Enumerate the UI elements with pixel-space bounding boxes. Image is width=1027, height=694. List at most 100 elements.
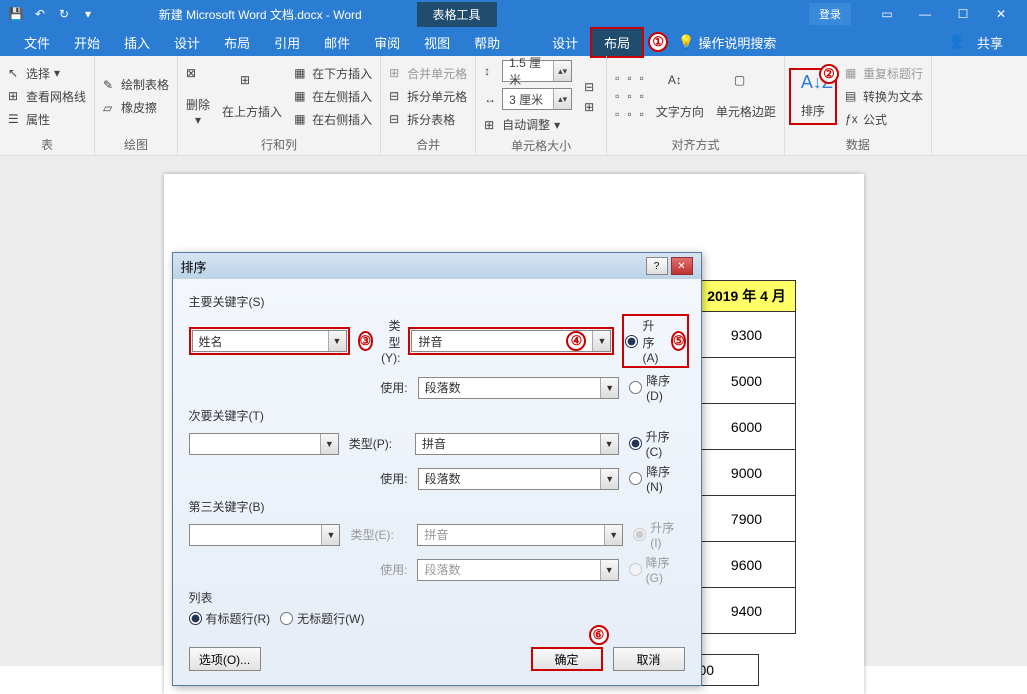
gridlines-button[interactable]: ⊞查看网格线 (4, 86, 90, 107)
secondary-field-combo[interactable]: ▼ (189, 433, 339, 455)
align-mc-button[interactable]: ▫ (623, 87, 635, 105)
distribute-rows-button[interactable]: ⊟ (580, 78, 602, 96)
has-header-radio[interactable]: 有标题行(R) (189, 610, 271, 627)
primary-type-combo[interactable]: 拼音 ④ ▼ (411, 330, 611, 352)
tab-view[interactable]: 视图 (412, 29, 462, 56)
tab-help[interactable]: 帮助 (462, 29, 512, 56)
chevron-down-icon[interactable]: ▼ (592, 331, 610, 351)
tab-design[interactable]: 设计 (162, 29, 212, 56)
radio-input[interactable] (189, 612, 202, 625)
primary-descending-radio[interactable]: 降序(D) (629, 372, 684, 403)
select-button[interactable]: ↖选择▾ (4, 63, 90, 84)
formula-button[interactable]: ƒx公式 (841, 109, 927, 130)
maximize-icon[interactable]: ☐ (947, 7, 979, 21)
secondary-descending-radio[interactable]: 降序(N) (629, 463, 684, 494)
save-icon[interactable]: 💾 (8, 6, 24, 22)
secondary-type-combo[interactable]: 拼音▼ (415, 433, 619, 455)
align-mr-button[interactable]: ▫ (636, 87, 648, 105)
chevron-down-icon[interactable]: ▼ (600, 560, 618, 580)
draw-table-button[interactable]: ✎绘制表格 (99, 74, 173, 95)
tab-reference[interactable]: 引用 (262, 29, 312, 56)
third-use-combo[interactable]: 段落数▼ (417, 559, 618, 581)
align-bc-button[interactable]: ▫ (623, 105, 635, 123)
align-tl-button[interactable]: ▫ (611, 69, 623, 87)
close-icon[interactable]: ✕ (985, 7, 1017, 21)
options-button[interactable]: 选项(O)... (189, 647, 261, 671)
no-header-radio[interactable]: 无标题行(W) (280, 610, 364, 627)
tab-insert[interactable]: 插入 (112, 29, 162, 56)
insert-below-button[interactable]: ▦在下方插入 (290, 63, 376, 84)
tab-file[interactable]: 文件 (12, 29, 62, 56)
align-ml-button[interactable]: ▫ (611, 87, 623, 105)
table-cell[interactable]: 9300 (698, 312, 796, 358)
insert-right-button[interactable]: ▦在右侧插入 (290, 109, 376, 130)
table-cell[interactable]: 5000 (698, 358, 796, 404)
dialog-titlebar[interactable]: 排序 ? ✕ (173, 253, 701, 279)
redo-icon[interactable]: ↻ (56, 6, 72, 22)
tab-home[interactable]: 开始 (62, 29, 112, 56)
spinner-icon[interactable]: ▴▾ (553, 61, 571, 81)
col-width-input[interactable]: ↔3 厘米▴▾ (480, 86, 576, 112)
radio-input[interactable] (625, 335, 638, 348)
secondary-use-combo[interactable]: 段落数▼ (418, 468, 620, 490)
table-header-cell[interactable]: 2019 年 4 月 (698, 280, 796, 312)
primary-ascending-radio[interactable]: 升序(A) (625, 317, 662, 365)
cell-margins-button[interactable]: ▢单元格边距 (712, 71, 780, 122)
table-cell[interactable]: 9600 (698, 542, 796, 588)
primary-field-combo[interactable]: 姓名▼ (192, 330, 347, 352)
ribbon-options-icon[interactable]: ▭ (871, 7, 903, 21)
chevron-down-icon[interactable]: ▼ (328, 331, 346, 351)
insert-above-button[interactable]: ⊞在上方插入 (218, 71, 286, 122)
chevron-down-icon[interactable]: ▼ (321, 525, 339, 545)
chevron-down-icon[interactable]: ▼ (320, 434, 338, 454)
align-tr-button[interactable]: ▫ (636, 69, 648, 87)
radio-input[interactable] (629, 437, 642, 450)
spinner-icon[interactable]: ▴▾ (553, 89, 571, 109)
ok-button[interactable]: 确定 (531, 647, 603, 671)
minimize-icon[interactable]: — (909, 7, 941, 21)
table-cell[interactable]: 9400 (698, 588, 796, 634)
tab-table-design[interactable]: 设计 (540, 29, 590, 56)
properties-button[interactable]: ☰属性 (4, 109, 90, 130)
tab-layout[interactable]: 布局 (212, 29, 262, 56)
delete-button[interactable]: ⊠删除▾ (182, 64, 214, 129)
chevron-down-icon[interactable]: ▼ (600, 378, 618, 398)
tab-mail[interactable]: 邮件 (312, 29, 362, 56)
chevron-down-icon[interactable]: ▼ (600, 434, 618, 454)
repeat-header-button[interactable]: ▦重复标题行 (841, 63, 927, 84)
row-height-input[interactable]: ↕1.5 厘米▴▾ (480, 58, 576, 84)
share-button[interactable]: 共享 (965, 29, 1015, 56)
radio-input[interactable] (629, 381, 642, 394)
primary-use-combo[interactable]: 段落数▼ (418, 377, 620, 399)
cancel-button[interactable]: 取消 (613, 647, 685, 671)
split-table-button[interactable]: ⊟拆分表格 (385, 109, 471, 130)
undo-icon[interactable]: ↶ (32, 6, 48, 22)
third-type-combo[interactable]: 拼音▼ (417, 524, 623, 546)
eraser-button[interactable]: ▱橡皮擦 (99, 97, 173, 118)
table-cell[interactable]: 7900 (698, 496, 796, 542)
chevron-down-icon[interactable]: ▼ (600, 469, 618, 489)
close-button[interactable]: ✕ (671, 257, 693, 275)
split-cells-button[interactable]: ⊟拆分单元格 (385, 86, 471, 107)
tab-review[interactable]: 审阅 (362, 29, 412, 56)
third-field-combo[interactable]: ▼ (189, 524, 341, 546)
qat-dropdown-icon[interactable]: ▾ (80, 6, 96, 22)
table-cell[interactable]: 6000 (698, 404, 796, 450)
help-button[interactable]: ? (646, 257, 668, 275)
table-cell[interactable]: 9000 (698, 450, 796, 496)
align-bl-button[interactable]: ▫ (611, 105, 623, 123)
radio-input[interactable] (629, 472, 642, 485)
tell-me-search[interactable]: 💡 操作说明搜索 (678, 33, 776, 52)
tab-table-layout[interactable]: 布局 (590, 27, 644, 58)
align-br-button[interactable]: ▫ (636, 105, 648, 123)
align-tc-button[interactable]: ▫ (623, 69, 635, 87)
convert-to-text-button[interactable]: ▤转换为文本 (841, 86, 927, 107)
login-button[interactable]: 登录 (809, 3, 851, 25)
chevron-down-icon[interactable]: ▼ (604, 525, 622, 545)
text-direction-button[interactable]: A↕文字方向 (652, 71, 708, 122)
autofit-button[interactable]: ⊞自动调整▾ (480, 114, 576, 135)
distribute-cols-button[interactable]: ⊞ (580, 98, 602, 116)
secondary-ascending-radio[interactable]: 升序(C) (629, 428, 685, 459)
radio-input[interactable] (280, 612, 293, 625)
merge-cells-button[interactable]: ⊞合并单元格 (385, 63, 471, 84)
